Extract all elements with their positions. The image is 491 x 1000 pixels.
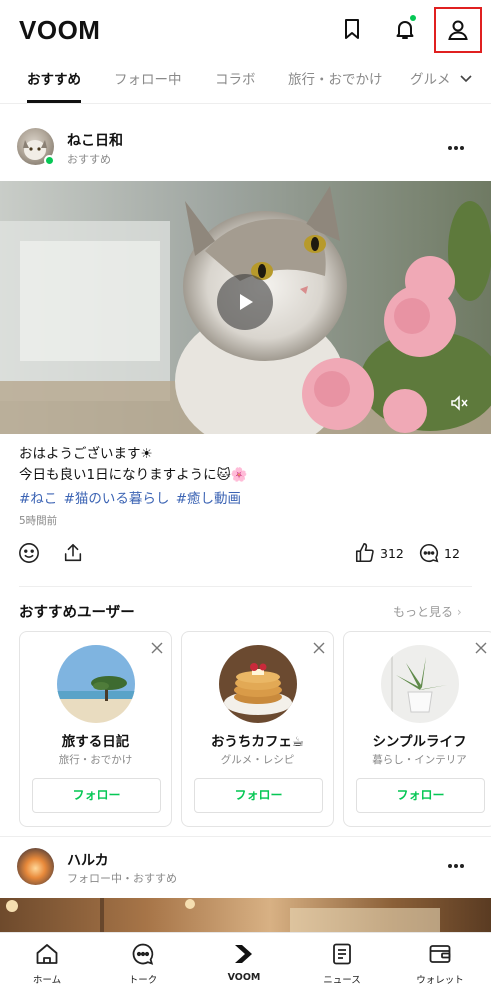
post-video[interactable]: [0, 181, 491, 434]
home-icon: [36, 944, 58, 964]
user-avatar: [381, 645, 459, 723]
comment-button[interactable]: 12: [418, 541, 460, 565]
play-button[interactable]: [217, 274, 273, 330]
nav-talk[interactable]: トーク: [108, 941, 178, 986]
see-more-link[interactable]: もっと見る ›: [393, 603, 462, 620]
like-count: 312: [380, 545, 404, 561]
nav-label: ウォレット: [416, 975, 464, 986]
hashtag-link[interactable]: #猫のいる暮らし: [64, 491, 170, 507]
nav-label: VOOM: [227, 972, 261, 983]
user-card[interactable]: シンプルライフ 暮らし・インテリア フォロー: [343, 631, 491, 827]
more-options-icon[interactable]: [446, 140, 466, 156]
chevron-right-icon: ›: [456, 605, 462, 619]
divider: [19, 586, 472, 587]
post-subtitle: おすすめ: [67, 153, 111, 166]
close-icon[interactable]: [474, 641, 488, 655]
follow-button[interactable]: フォロー: [194, 778, 323, 813]
cafe-photo: [6, 898, 440, 932]
comment-count: 12: [444, 545, 460, 561]
thumbs-up-icon: [355, 543, 374, 563]
follow-button[interactable]: フォロー: [32, 778, 161, 813]
nav-news[interactable]: ニュース: [307, 941, 377, 986]
active-tab-indicator: [27, 100, 81, 103]
nav-label: トーク: [128, 975, 158, 986]
follow-button[interactable]: フォロー: [356, 778, 485, 813]
tab-gourmet[interactable]: グルメ: [410, 68, 451, 88]
notification-dot: [410, 15, 416, 21]
nav-wallet[interactable]: ウォレット: [405, 941, 475, 986]
post-caption: おはようございます☀ 今日も良い1日になりますように🐱🌸: [19, 444, 469, 486]
see-more-label: もっと見る: [393, 605, 454, 619]
more-options-icon[interactable]: [446, 858, 466, 874]
tab-collab[interactable]: コラボ: [215, 68, 256, 88]
nav-voom[interactable]: VOOM: [209, 941, 279, 983]
app-logo: VOOM: [19, 15, 101, 45]
user-avatar: [219, 645, 297, 723]
voom-icon: [235, 945, 252, 963]
hashtag-link[interactable]: #癒し動画: [176, 491, 241, 507]
news-icon: [333, 943, 351, 965]
comment-icon: [419, 543, 439, 563]
avatar[interactable]: [17, 848, 54, 885]
user-card[interactable]: 旅する日記 旅行・おでかけ フォロー: [19, 631, 172, 827]
post-author[interactable]: ハルカ: [67, 850, 109, 870]
tab-following[interactable]: フォロー中: [114, 68, 182, 88]
profile-icon: [448, 20, 468, 40]
reaction-button[interactable]: [18, 541, 40, 565]
post-subtitle: フォロー中・おすすめ: [67, 872, 177, 885]
post-image[interactable]: [0, 898, 491, 932]
play-icon: [240, 294, 253, 310]
section-title: おすすめユーザー: [19, 605, 135, 621]
user-name: 旅する日記: [61, 734, 130, 750]
tab-travel[interactable]: 旅行・おでかけ: [288, 68, 383, 88]
share-icon: [64, 543, 82, 562]
bottom-navigation: ホーム トーク VOOM ニュース ウォレット: [0, 932, 491, 1000]
post-header: ハルカ フォロー中・おすすめ: [0, 843, 491, 893]
chat-icon: [132, 943, 154, 965]
wallet-icon: [429, 945, 451, 963]
user-category: 旅行・おでかけ: [58, 754, 133, 766]
category-tabs: おすすめ フォロー中 コラボ 旅行・おでかけ グルメ: [0, 62, 491, 104]
online-status-dot: [44, 155, 55, 166]
post-header: ねこ日和 おすすめ: [0, 120, 491, 176]
close-icon[interactable]: [150, 641, 164, 655]
smile-icon: [19, 543, 39, 563]
chevron-down-icon[interactable]: [458, 70, 474, 86]
profile-button[interactable]: [434, 7, 482, 53]
post-timestamp: 5時間前: [19, 515, 58, 527]
mute-icon[interactable]: [449, 393, 469, 413]
app-header: VOOM: [0, 0, 491, 62]
user-name: シンプルライフ: [372, 734, 467, 750]
like-button[interactable]: 312: [354, 541, 404, 565]
bookmark-icon[interactable]: [338, 14, 366, 44]
user-avatar: [57, 645, 135, 723]
hashtag-list: #ねこ #猫のいる暮らし #癒し動画: [19, 487, 241, 507]
user-category: グルメ・レシピ: [220, 754, 295, 766]
user-card[interactable]: おうちカフェ☕ グルメ・レシピ フォロー: [181, 631, 334, 827]
divider: [0, 836, 491, 837]
caption-line: 今日も良い1日になりますように🐱🌸: [19, 467, 248, 483]
nav-home[interactable]: ホーム: [12, 941, 82, 986]
user-category: 暮らし・インテリア: [372, 754, 467, 766]
hashtag-link[interactable]: #ねこ: [19, 491, 57, 507]
share-button[interactable]: [62, 541, 84, 565]
close-icon[interactable]: [312, 641, 326, 655]
caption-line: おはようございます☀: [19, 446, 153, 462]
bell-icon[interactable]: [391, 14, 419, 44]
tab-recommended[interactable]: おすすめ: [27, 68, 81, 88]
nav-label: ホーム: [32, 975, 62, 986]
nav-label: ニュース: [323, 975, 361, 986]
post-author[interactable]: ねこ日和: [67, 130, 123, 150]
user-name: おうちカフェ☕: [210, 734, 305, 750]
